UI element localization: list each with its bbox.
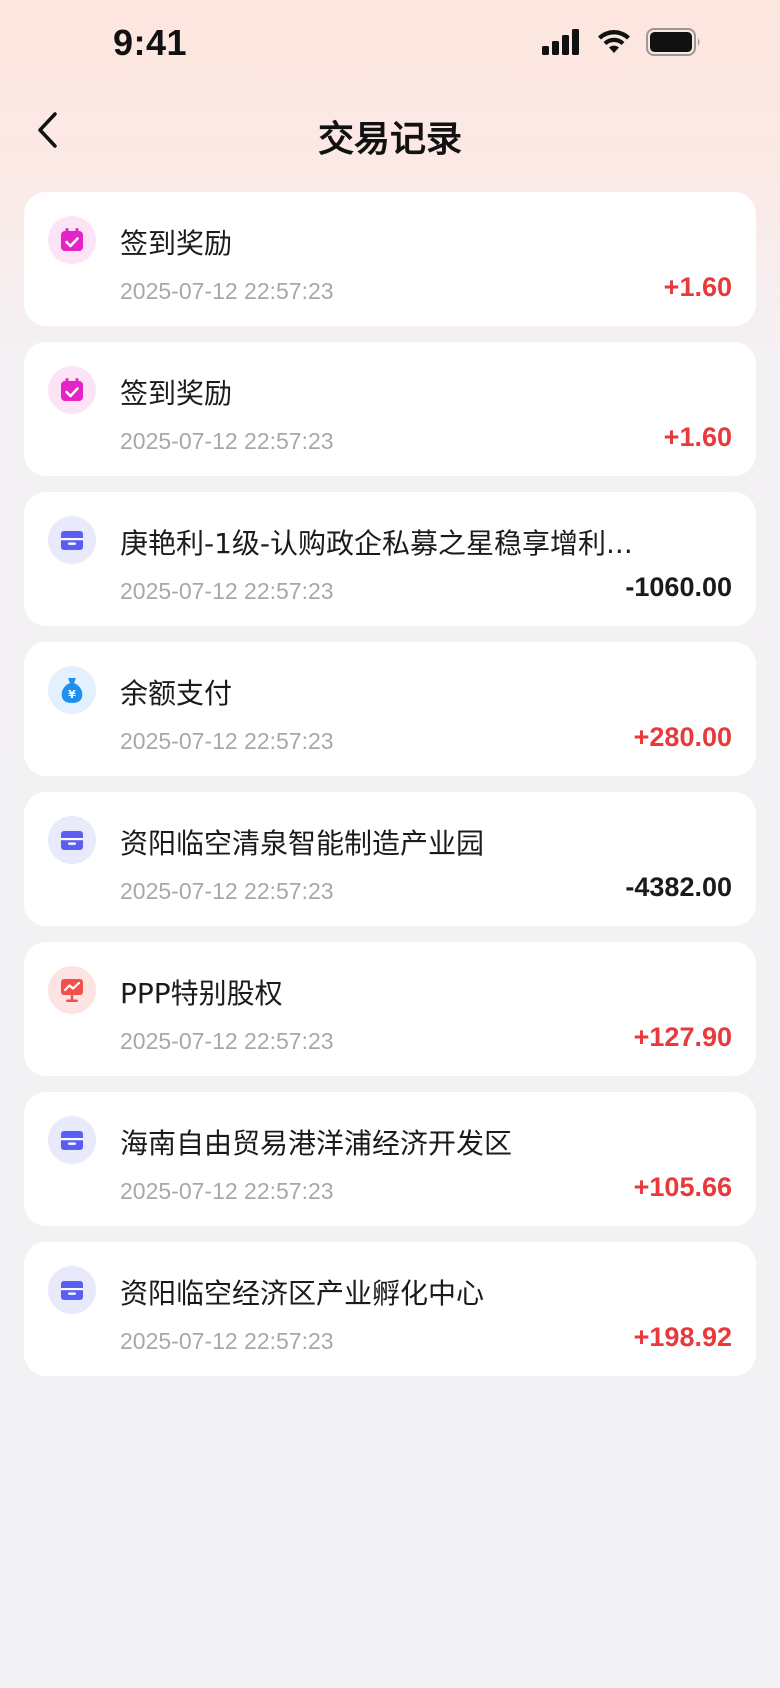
transaction-time: 2025-07-12 22:57:23 <box>120 1028 334 1054</box>
transaction-time: 2025-07-12 22:57:23 <box>120 578 334 604</box>
transaction-amount: +1.60 <box>663 272 732 302</box>
transaction-title: 资阳临空清泉智能制造产业园 <box>120 827 485 860</box>
battery-icon <box>646 28 702 60</box>
transaction-time: 2025-07-12 22:57:23 <box>120 278 334 304</box>
calendar-check-icon <box>48 216 96 264</box>
status-bar: 9:41 <box>0 0 780 90</box>
cellular-signal-icon <box>542 29 582 59</box>
svg-text:¥: ¥ <box>68 688 76 701</box>
transaction-amount: +280.00 <box>633 722 732 752</box>
transaction-list: 签到奖励 2025-07-12 22:57:23 +1.60 签到奖励 2025… <box>24 192 756 1392</box>
store-icon <box>48 816 96 864</box>
transaction-amount: +127.90 <box>633 1022 732 1052</box>
transaction-item[interactable]: 签到奖励 2025-07-12 22:57:23 +1.60 <box>24 342 756 476</box>
transaction-time: 2025-07-12 22:57:23 <box>120 1178 334 1204</box>
store-icon <box>48 516 96 564</box>
transaction-title: PPP特别股权 <box>120 977 283 1010</box>
transaction-item[interactable]: ¥ 余额支付 2025-07-12 22:57:23 +280.00 <box>24 642 756 776</box>
calendar-check-icon <box>48 366 96 414</box>
money-bag-icon: ¥ <box>48 666 96 714</box>
transaction-item[interactable]: 海南自由贸易港洋浦经济开发区 2025-07-12 22:57:23 +105.… <box>24 1092 756 1226</box>
store-icon <box>48 1116 96 1164</box>
chart-board-icon <box>48 966 96 1014</box>
status-time: 9:41 <box>113 22 188 63</box>
transaction-amount: -4382.00 <box>625 872 732 902</box>
navigation-bar: 交易记录 <box>0 92 780 172</box>
transaction-item[interactable]: 庚艳利-1级-认购政企私募之星稳享增利... 2025-07-12 22:57:… <box>24 492 756 626</box>
status-icons <box>542 28 702 60</box>
transaction-title: 庚艳利-1级-认购政企私募之星稳享增利... <box>120 527 633 560</box>
transaction-time: 2025-07-12 22:57:23 <box>120 428 334 454</box>
transaction-time: 2025-07-12 22:57:23 <box>120 1328 334 1354</box>
transaction-amount: -1060.00 <box>625 572 732 602</box>
transaction-amount: +105.66 <box>633 1172 732 1202</box>
store-icon <box>48 1266 96 1314</box>
transaction-title: 余额支付 <box>120 677 233 710</box>
transaction-title: 签到奖励 <box>120 377 233 410</box>
wifi-icon <box>596 29 632 59</box>
transaction-title: 签到奖励 <box>120 227 233 260</box>
transaction-item[interactable]: 资阳临空经济区产业孵化中心 2025-07-12 22:57:23 +198.9… <box>24 1242 756 1376</box>
transaction-time: 2025-07-12 22:57:23 <box>120 878 334 904</box>
transaction-amount: +1.60 <box>663 422 732 452</box>
transaction-item[interactable]: 签到奖励 2025-07-12 22:57:23 +1.60 <box>24 192 756 326</box>
transaction-item[interactable]: 资阳临空清泉智能制造产业园 2025-07-12 22:57:23 -4382.… <box>24 792 756 926</box>
transaction-title: 资阳临空经济区产业孵化中心 <box>120 1277 485 1310</box>
transaction-time: 2025-07-12 22:57:23 <box>120 728 334 754</box>
transaction-item[interactable]: PPP特别股权 2025-07-12 22:57:23 +127.90 <box>24 942 756 1076</box>
page-title: 交易记录 <box>317 119 462 160</box>
transaction-amount: +198.92 <box>633 1322 732 1352</box>
transaction-title: 海南自由贸易港洋浦经济开发区 <box>120 1127 513 1160</box>
